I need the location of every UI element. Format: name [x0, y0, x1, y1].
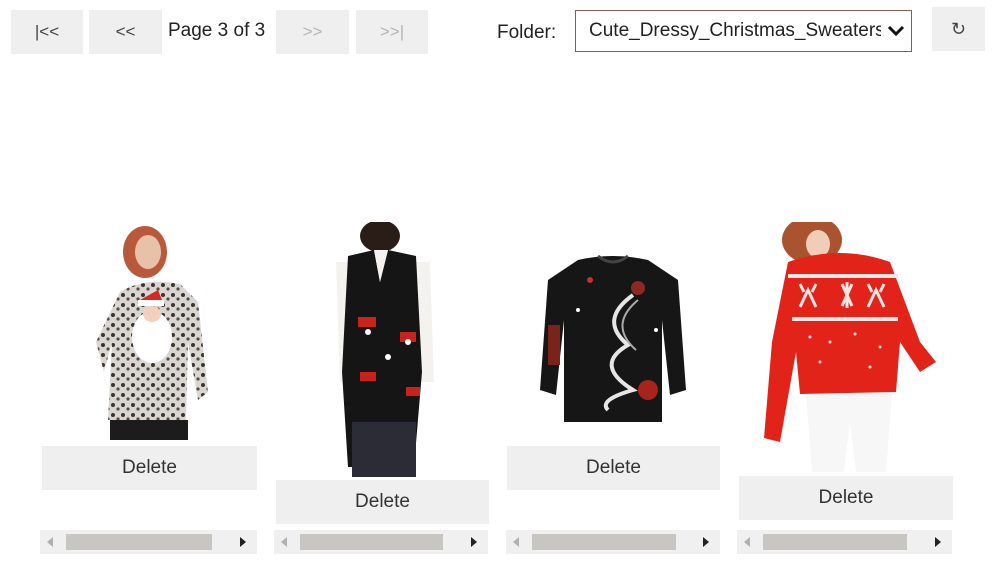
delete-button[interactable]: Delete [42, 446, 257, 490]
scrollbar-thumb[interactable] [66, 534, 212, 550]
delete-button[interactable]: Delete [276, 480, 489, 524]
scroll-right-icon[interactable] [233, 530, 253, 554]
delete-button[interactable]: Delete [739, 476, 953, 520]
scroll-right-icon[interactable] [928, 530, 948, 554]
scrollbar-thumb[interactable] [532, 534, 676, 550]
folder-select[interactable]: Cute_Dressy_Christmas_Sweaters [575, 10, 912, 52]
scroll-left-icon[interactable] [737, 530, 757, 554]
next-page-button[interactable]: >> [276, 10, 349, 54]
scrollbar-thumb[interactable] [763, 534, 907, 550]
horizontal-scrollbar[interactable] [737, 530, 952, 554]
last-page-button[interactable]: >>| [356, 10, 428, 54]
item-image [538, 250, 688, 428]
folder-label: Folder: [497, 22, 557, 43]
scroll-left-icon[interactable] [274, 530, 294, 554]
refresh-button[interactable]: ↻ [932, 7, 985, 51]
page-indicator: Page 3 of 3 [168, 20, 266, 41]
scrollbar-thumb[interactable] [300, 534, 443, 550]
scroll-right-icon[interactable] [696, 530, 716, 554]
scroll-left-icon[interactable] [506, 530, 526, 554]
delete-button[interactable]: Delete [507, 446, 720, 490]
item-image [760, 216, 940, 472]
chevron-down-icon [881, 25, 911, 37]
first-page-button[interactable]: |<< [11, 10, 83, 54]
scroll-right-icon[interactable] [464, 530, 484, 554]
horizontal-scrollbar[interactable] [506, 530, 720, 554]
item-image [90, 222, 230, 442]
refresh-icon: ↻ [950, 18, 967, 39]
folder-select-value: Cute_Dressy_Christmas_Sweaters [589, 20, 881, 41]
horizontal-scrollbar[interactable] [40, 530, 257, 554]
horizontal-scrollbar[interactable] [274, 530, 488, 554]
item-image [318, 220, 448, 477]
prev-page-button[interactable]: << [89, 10, 162, 54]
scroll-left-icon[interactable] [40, 530, 60, 554]
